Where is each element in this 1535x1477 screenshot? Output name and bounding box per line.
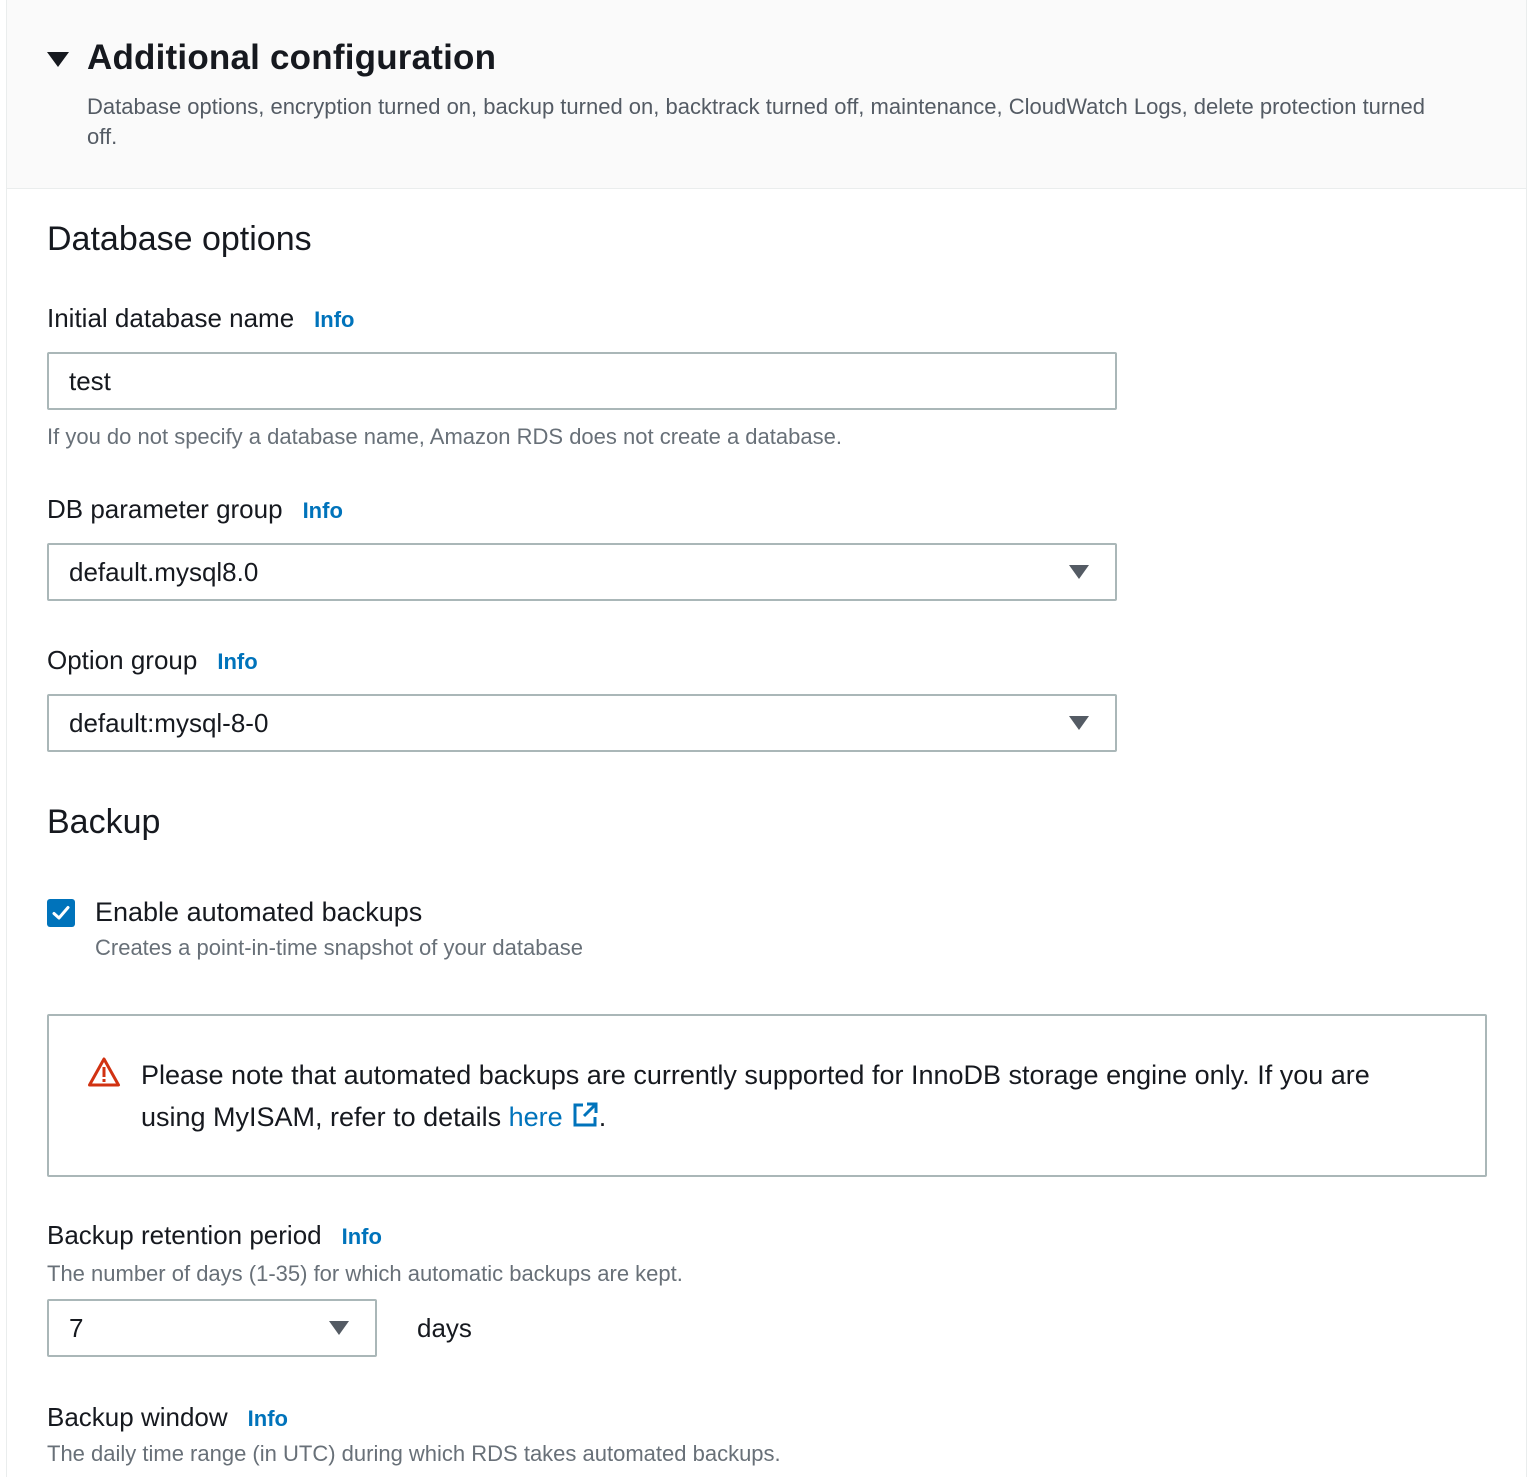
initial-db-name-label-text: Initial database name bbox=[47, 303, 295, 333]
initial-db-name-description: If you do not specify a database name, A… bbox=[47, 424, 842, 449]
panel-header: Additional configuration Database option… bbox=[7, 0, 1526, 189]
initial-db-name-info-link[interactable]: Info bbox=[314, 307, 354, 333]
panel-description: Database options, encryption turned on, … bbox=[87, 94, 1425, 149]
db-parameter-group-select[interactable]: default.mysql8.0 bbox=[47, 543, 1117, 601]
backup-retention-label-text: Backup retention period bbox=[47, 1220, 322, 1250]
database-options-heading: Database options bbox=[47, 220, 312, 258]
option-group-info-link[interactable]: Info bbox=[217, 649, 257, 675]
enable-automated-backups-label[interactable]: Enable automated backups bbox=[95, 897, 422, 928]
caret-down-icon bbox=[47, 51, 69, 67]
option-group-value: default:mysql-8-0 bbox=[69, 707, 269, 738]
option-group-select[interactable]: default:mysql-8-0 bbox=[47, 694, 1117, 752]
backup-warning-text: Please note that automated backups are c… bbox=[141, 1054, 1431, 1138]
initial-db-name-value: test bbox=[69, 365, 111, 396]
backup-retention-description: The number of days (1-35) for which auto… bbox=[47, 1261, 683, 1286]
warning-text-main: Please note that automated backups are c… bbox=[141, 1060, 1370, 1132]
caret-down-icon bbox=[1069, 565, 1089, 579]
panel-title: Additional configuration bbox=[87, 38, 497, 77]
enable-automated-backups-checkbox[interactable] bbox=[47, 899, 75, 927]
initial-db-name-input[interactable]: test bbox=[47, 352, 1117, 410]
db-parameter-group-info-link[interactable]: Info bbox=[303, 498, 343, 524]
backup-retention-info-link[interactable]: Info bbox=[342, 1224, 382, 1250]
details-here-link-text: here bbox=[508, 1102, 563, 1132]
enable-automated-backups-description: Creates a point-in-time snapshot of your… bbox=[95, 935, 583, 960]
backup-window-info-link[interactable]: Info bbox=[248, 1406, 288, 1432]
expand-toggle[interactable]: Additional configuration bbox=[47, 38, 496, 78]
warning-icon bbox=[87, 1056, 121, 1093]
option-group-label-text: Option group bbox=[47, 645, 198, 675]
details-here-link[interactable]: here bbox=[509, 1102, 599, 1132]
db-parameter-group-value: default.mysql8.0 bbox=[69, 556, 259, 587]
backup-window-label: Backup window Info bbox=[47, 1402, 288, 1433]
backup-window-label-text: Backup window bbox=[47, 1402, 228, 1432]
retention-unit-label: days bbox=[417, 1313, 472, 1343]
caret-down-icon bbox=[1069, 716, 1089, 730]
additional-configuration-panel: Additional configuration Database option… bbox=[6, 0, 1527, 1477]
external-link-icon bbox=[573, 1102, 598, 1127]
backup-window-description: The daily time range (in UTC) during whi… bbox=[47, 1441, 781, 1466]
backup-heading: Backup bbox=[47, 803, 161, 841]
checkmark-icon bbox=[52, 906, 70, 920]
option-group-label: Option group Info bbox=[47, 645, 258, 676]
caret-down-icon bbox=[329, 1321, 349, 1335]
backup-retention-label: Backup retention period Info bbox=[47, 1220, 382, 1251]
backup-retention-select[interactable]: 7 bbox=[47, 1299, 377, 1357]
db-parameter-group-label: DB parameter group Info bbox=[47, 494, 343, 525]
warning-text-end: . bbox=[598, 1102, 607, 1132]
backup-warning-alert: Please note that automated backups are c… bbox=[47, 1014, 1487, 1177]
initial-db-name-label: Initial database name Info bbox=[47, 303, 355, 334]
db-parameter-group-label-text: DB parameter group bbox=[47, 494, 283, 524]
backup-retention-value: 7 bbox=[69, 1312, 84, 1343]
